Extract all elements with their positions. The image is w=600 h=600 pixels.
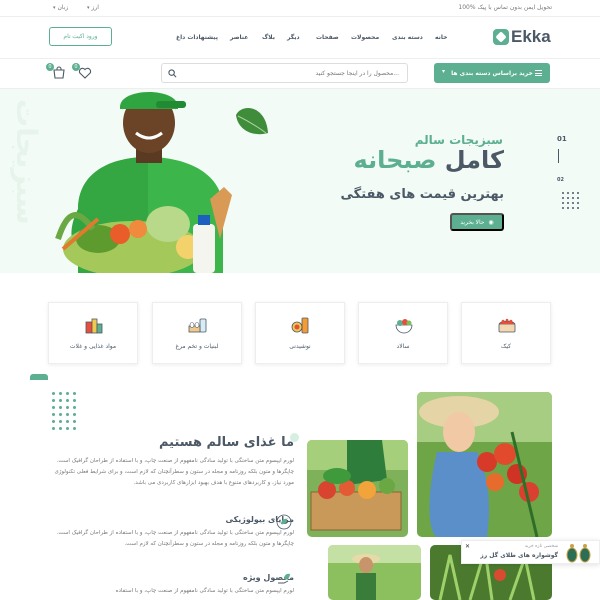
slide-divider — [558, 149, 559, 163]
feature-special-product: محصول ویژه لورم ایپسوم متن ساختگی با تول… — [48, 573, 294, 597]
main-header: Ekka خانه دسته بندی محصولات صفحات دیگر ب… — [0, 17, 600, 59]
menu-icon — [535, 70, 542, 76]
about-paragraph: لورم ایپسوم متن ساختگی با تولید سادگی نا… — [54, 458, 294, 486]
recent-purchase-toast[interactable]: ✕ شخصی تازه خرید گوشواره های طلای گل رز — [461, 540, 600, 564]
category-label: کیک — [500, 343, 512, 350]
category-label: لبنیات و تخم مرغ — [175, 343, 219, 350]
language-selector[interactable]: ▾ زبان — [50, 4, 68, 11]
feature-text: لورم ایپسوم متن ساختگی با تولید سادگی نا… — [115, 588, 294, 594]
hero-subtitle: بهترین قیمت های هفتگی — [340, 187, 504, 202]
dairy-eggs-icon — [188, 318, 207, 333]
currency-selector[interactable]: ▾ ارز — [84, 4, 99, 11]
logo-mark-icon — [493, 29, 509, 45]
nav-item-blog[interactable]: بلاگ — [262, 34, 275, 41]
search-input[interactable] — [189, 67, 399, 79]
cake-icon — [498, 318, 516, 333]
decorative-circle — [290, 433, 299, 442]
category-card-dairy-eggs[interactable]: لبنیات و تخم مرغ — [152, 302, 242, 364]
nav-item-home[interactable]: خانه — [435, 34, 447, 41]
groceries-icon — [85, 318, 103, 334]
shop-by-category-button[interactable]: ▾ خرید براساس دسته بندی ها — [434, 63, 550, 83]
cart-count-badge: 0 — [46, 63, 54, 71]
category-card-drinks[interactable]: نوشیدنی — [255, 302, 345, 364]
nav-item-products[interactable]: محصولات — [351, 34, 379, 41]
chevron-down-icon: ▾ — [87, 5, 90, 11]
chevron-down-icon: ▾ — [53, 5, 56, 11]
decorative-dots — [562, 192, 579, 209]
farmer-garden-photo — [328, 545, 421, 600]
hero-title: کامل صبحانه — [353, 146, 504, 174]
category-label: مواد غذایی و غلات — [69, 343, 117, 350]
nav-item-other[interactable]: دیگر — [287, 34, 300, 41]
decorative-dots — [52, 392, 76, 430]
toast-product-name[interactable]: گوشواره های طلای گل رز — [480, 552, 558, 559]
hero-slider: سبزیجات سبزیجات سالم کامل صبحانه بهترین … — [0, 89, 600, 273]
slide-number-next[interactable]: 02 — [557, 177, 564, 183]
delivery-notice: 100% تحویل ایمن بدون تماس با پیک — [458, 4, 552, 11]
site-logo[interactable]: Ekka — [493, 27, 551, 47]
category-label: سالاد — [396, 343, 410, 350]
nav-item-elements[interactable]: عناصر — [230, 34, 248, 41]
hero-kicker: سبزیجات سالم — [414, 133, 503, 147]
category-card-salad[interactable]: سالاد — [358, 302, 448, 364]
vegetable-crate-photo — [307, 440, 408, 537]
search-box — [161, 63, 408, 83]
category-card-groceries[interactable]: مواد غذایی و غلات — [48, 302, 138, 364]
feature-title: مزایای بیولوژیکی — [225, 515, 294, 524]
woman-picking-tomatoes-photo — [417, 392, 552, 537]
drink-icon — [291, 317, 309, 334]
search-row: ▾ خرید براساس دسته بندی ها 0 0 — [0, 59, 600, 89]
shop-now-button[interactable]: حالا بخرید ◉ — [450, 213, 504, 231]
hand-leaf-icon — [278, 573, 290, 584]
salad-icon — [395, 319, 413, 334]
nav-item-categories[interactable]: دسته بندی — [392, 34, 423, 41]
about-title: ما غذای سالم هستیم — [158, 435, 294, 450]
category-card-cake[interactable]: کیک — [461, 302, 551, 364]
close-icon[interactable]: ✕ — [465, 543, 470, 550]
nav-item-hot-offers[interactable]: پیشنهادات داغ — [176, 34, 218, 41]
toast-meta: شخصی تازه خرید — [524, 544, 558, 549]
hero-person-with-groceries-image — [55, 92, 232, 273]
search-icon[interactable] — [168, 69, 177, 78]
slide-number-current[interactable]: 01 — [557, 135, 567, 143]
bag-icon: ◉ — [488, 219, 494, 226]
feature-text: لورم ایپسوم متن ساختگی با تولید سادگی نا… — [56, 530, 294, 547]
top-notice-bar: 100% تحویل ایمن بدون تماس با پیک ▾ ارز ▾… — [0, 0, 600, 17]
login-register-button[interactable]: ورود اکیت تام — [49, 27, 112, 46]
category-cards: کیک سالاد نوشیدنی لبنیات و تخم مرغ مواد … — [48, 302, 551, 364]
organic-badge-icon — [276, 514, 292, 530]
category-label: نوشیدنی — [289, 343, 311, 350]
earrings-product-image — [566, 544, 591, 563]
feature-biological: مزایای بیولوژیکی لورم ایپسوم متن ساختگی … — [48, 515, 294, 550]
feature-title: محصول ویژه — [242, 573, 294, 582]
section-tab-marker — [30, 374, 48, 380]
wishlist-count-badge: 0 — [72, 63, 80, 71]
chevron-down-icon: ▾ — [442, 68, 446, 75]
nav-item-pages[interactable]: صفحات — [316, 34, 339, 41]
